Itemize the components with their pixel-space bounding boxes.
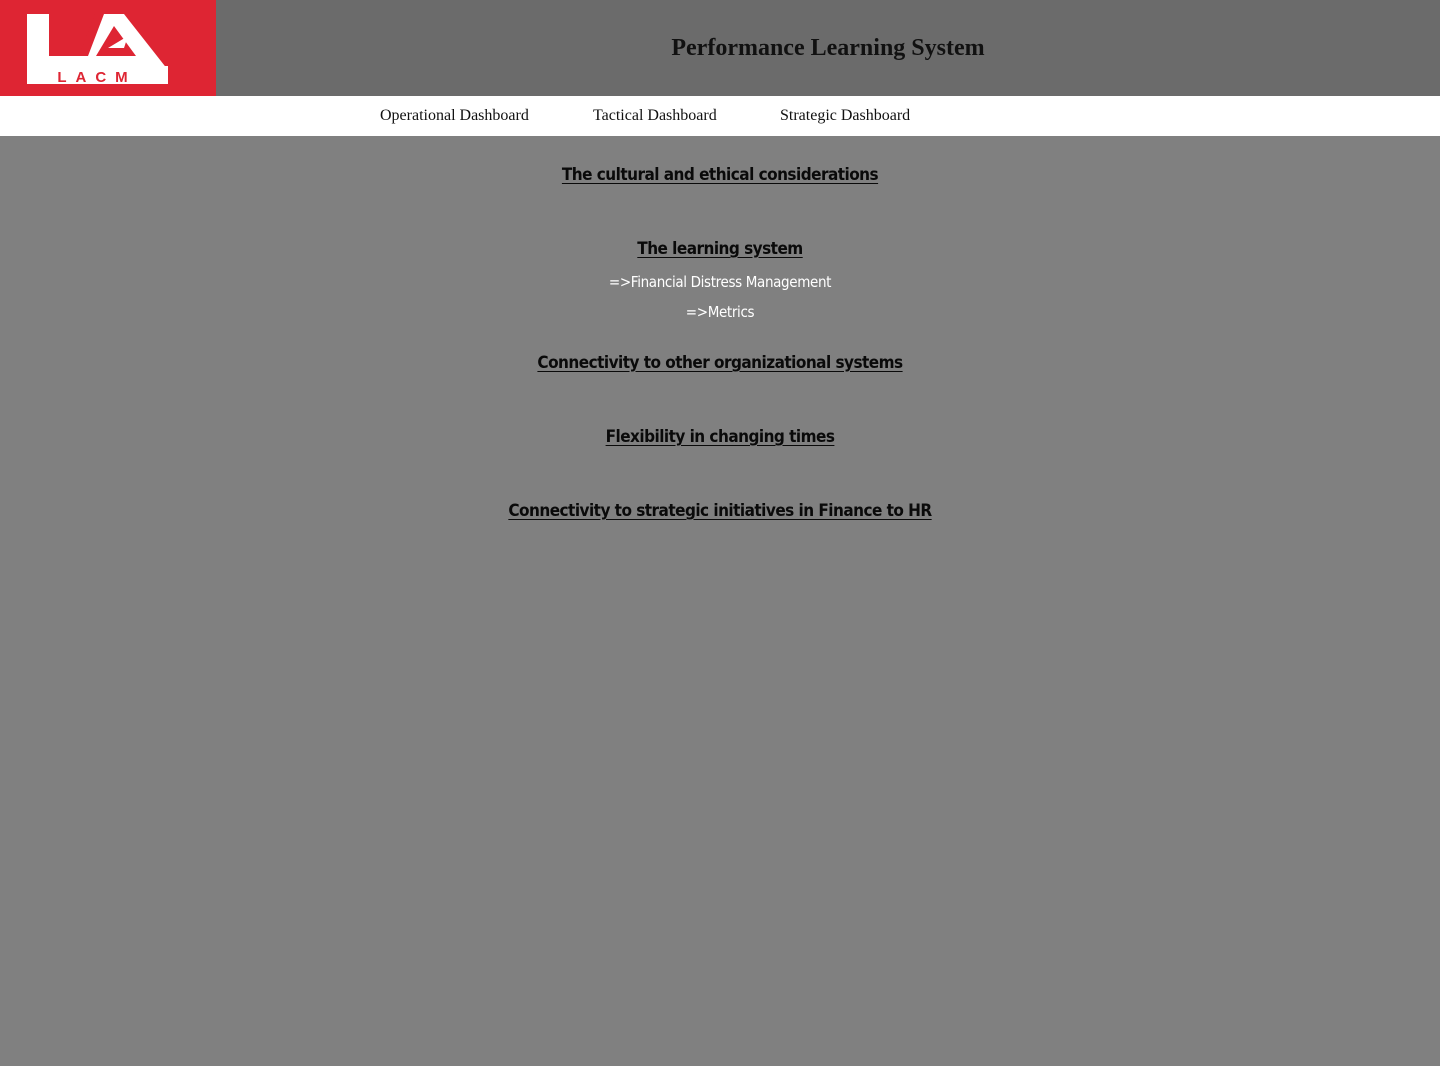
sub-link-metrics: =>Metrics [72,303,1368,321]
sub-link-financial-distress: =>Financial Distress Management [72,273,1368,291]
heading-link-connectivity-org[interactable]: Connectivity to other organizational sys… [537,353,903,373]
nav-strategic-dashboard[interactable]: Strategic Dashboard [780,96,910,136]
section-heading-flexibility: Flexibility in changing times [72,427,1368,447]
page-title: Performance Learning System [671,35,985,61]
financial-distress-link[interactable]: =>Financial Distress Management [609,273,832,291]
nav-bar: Operational Dashboard Tactical Dashboard… [0,96,1440,136]
heading-link-cultural-ethical[interactable]: The cultural and ethical considerations [562,165,879,185]
section-heading-learning-system: The learning system [72,239,1368,259]
heading-link-connectivity-strategic[interactable]: Connectivity to strategic initiatives in… [508,501,932,521]
svg-text:LACM: LACM [57,69,136,86]
metrics-link[interactable]: =>Metrics [686,303,755,321]
lacm-logo[interactable]: LACM [0,0,216,96]
lacm-logo-icon: LACM [27,14,168,86]
heading-link-learning-system[interactable]: The learning system [637,239,803,259]
section-heading-connectivity-org: Connectivity to other organizational sys… [72,353,1368,373]
heading-link-flexibility[interactable]: Flexibility in changing times [606,427,835,447]
nav-tactical-dashboard[interactable]: Tactical Dashboard [593,96,717,136]
nav-operational-dashboard[interactable]: Operational Dashboard [380,96,529,136]
section-heading-connectivity-strategic: Connectivity to strategic initiatives in… [72,501,1368,521]
section-heading-cultural-ethical: The cultural and ethical considerations [72,165,1368,185]
header-bar: LACM Performance Learning System [0,0,1440,96]
